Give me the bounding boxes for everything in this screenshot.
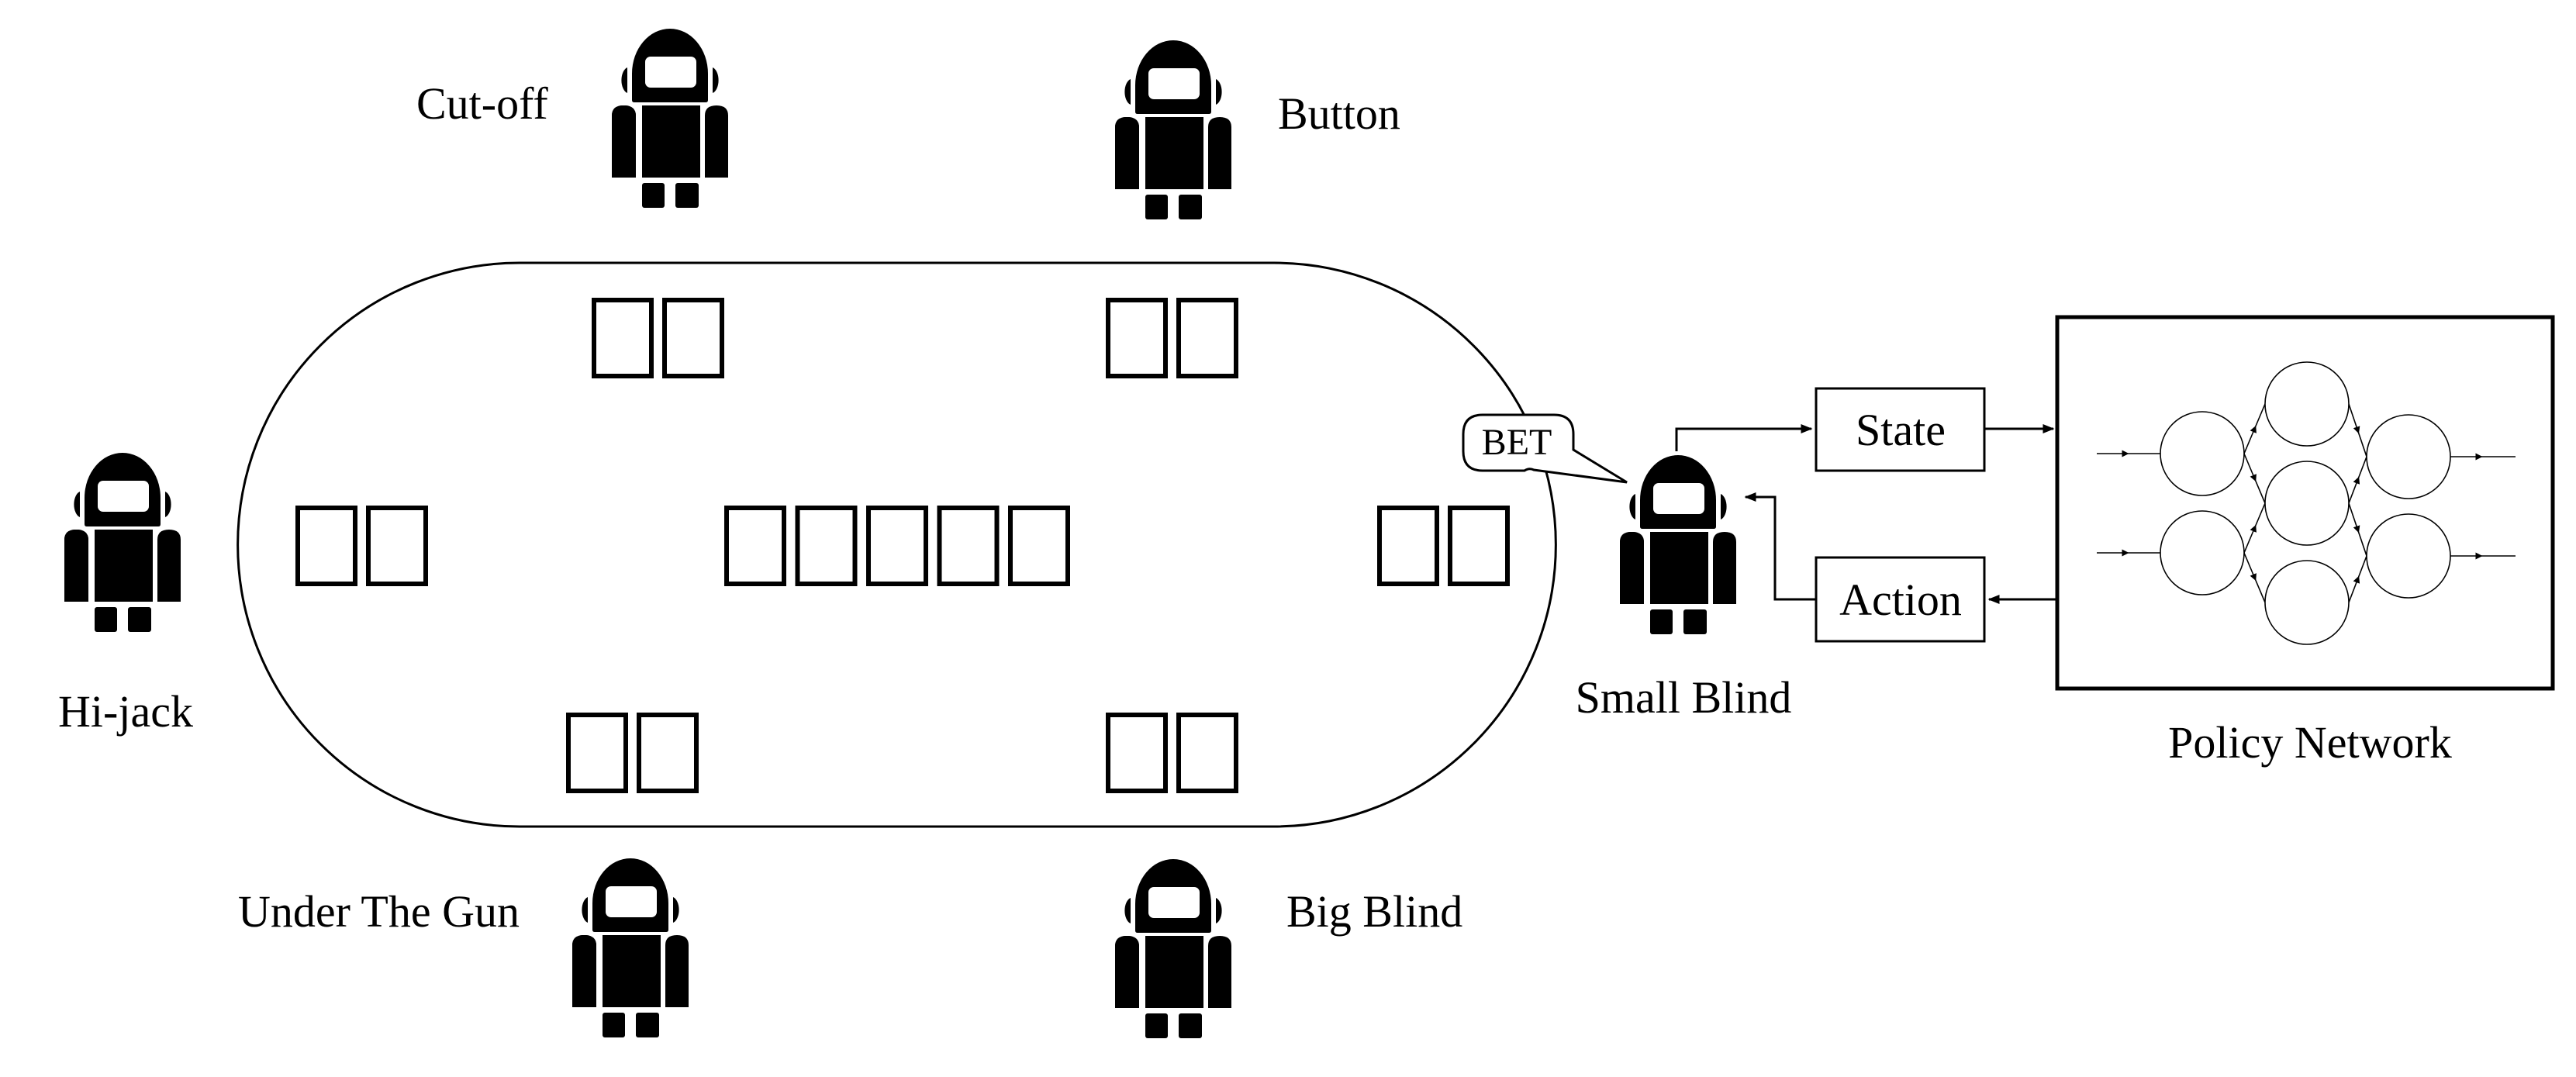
hole-card bbox=[1106, 713, 1168, 793]
community-cards bbox=[724, 506, 1070, 586]
state-label: State bbox=[1856, 405, 1946, 455]
hole-card bbox=[592, 298, 654, 378]
robot-icon bbox=[64, 453, 181, 632]
player-label: Big Blind bbox=[1286, 886, 1462, 937]
robot-icon bbox=[1620, 455, 1736, 634]
cards-layer bbox=[295, 298, 1510, 793]
nn-node-layer-1 bbox=[2264, 461, 2350, 546]
action-label: Action bbox=[1839, 575, 1962, 625]
community-card bbox=[1008, 506, 1070, 586]
robot-icon bbox=[1115, 859, 1231, 1038]
hole-cards-big-blind bbox=[1106, 713, 1238, 793]
hole-cards-hi-jack bbox=[295, 506, 428, 586]
player-label: Small Blind bbox=[1576, 672, 1792, 723]
action-to-agent-arrow bbox=[1744, 492, 1816, 601]
hole-card bbox=[662, 298, 724, 378]
diagram-canvas: Cut-off Button Hi-jack Small Blind Under The… bbox=[58, 29, 2555, 1038]
hole-cards-cut-off bbox=[592, 298, 724, 378]
nn-node-layer-1 bbox=[2264, 560, 2350, 645]
hole-cards-small-blind bbox=[1377, 506, 1510, 586]
hole-card bbox=[366, 506, 428, 586]
hole-card bbox=[637, 713, 699, 793]
player-big-blind: Big Blind bbox=[1115, 859, 1462, 1038]
player-label: Under The Gun bbox=[238, 886, 520, 937]
hole-card bbox=[1176, 298, 1238, 378]
policy-network-label: Policy Network bbox=[2168, 717, 2452, 768]
player-label: Cut-off bbox=[416, 78, 548, 129]
hole-card bbox=[1377, 506, 1439, 586]
bet-label: BET bbox=[1482, 422, 1552, 463]
player-cut-off: Cut-off bbox=[416, 29, 728, 208]
robot-icon bbox=[572, 858, 689, 1037]
player-label: Button bbox=[1278, 88, 1400, 139]
community-card bbox=[866, 506, 928, 586]
nn-node-layer-1 bbox=[2264, 361, 2350, 447]
community-card bbox=[937, 506, 1000, 586]
hole-card bbox=[566, 713, 628, 793]
bet-speech-bubble: BET bbox=[1462, 413, 1628, 484]
hole-cards-under-the-gun bbox=[566, 713, 699, 793]
player-hi-jack: Hi-jack bbox=[58, 453, 193, 737]
nn-node-layer-2 bbox=[2366, 513, 2451, 599]
robot-icon bbox=[1115, 40, 1231, 219]
hole-card bbox=[1448, 506, 1510, 586]
community-card bbox=[724, 506, 786, 586]
nn-node-layer-0 bbox=[2160, 411, 2245, 496]
hole-card bbox=[295, 506, 357, 586]
community-card bbox=[795, 506, 858, 586]
hole-card bbox=[1106, 298, 1168, 378]
player-small-blind: Small Blind bbox=[1576, 455, 1792, 723]
nn-node-layer-2 bbox=[2366, 414, 2451, 499]
player-under-the-gun: Under The Gun bbox=[238, 858, 689, 1037]
nn-node-layer-0 bbox=[2160, 510, 2245, 595]
policy-network: Policy Network bbox=[2055, 315, 2555, 768]
poker-agent-diagram: Cut-off Button Hi-jack Small Blind Under The… bbox=[0, 0, 2576, 1073]
agent-to-state-arrow bbox=[1675, 424, 1813, 451]
robot-icon bbox=[612, 29, 728, 208]
hole-card bbox=[1176, 713, 1238, 793]
hole-cards-button bbox=[1106, 298, 1238, 378]
player-button: Button bbox=[1115, 40, 1400, 219]
player-label: Hi-jack bbox=[58, 686, 193, 737]
